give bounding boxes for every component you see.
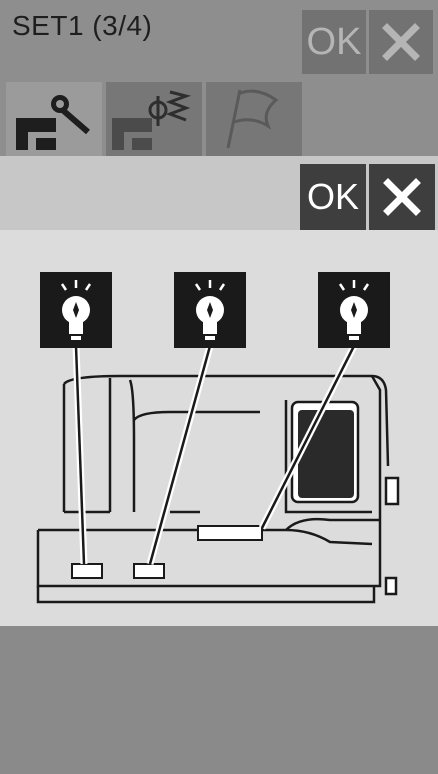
machine-display bbox=[298, 410, 354, 498]
tab-machine-settings[interactable] bbox=[6, 82, 102, 156]
top-close-button[interactable] bbox=[369, 10, 433, 74]
close-icon bbox=[382, 23, 420, 61]
close-icon bbox=[383, 178, 421, 216]
light-bulb-icon bbox=[174, 272, 246, 348]
light-window-left bbox=[71, 563, 103, 579]
light-settings-dialog: OK bbox=[0, 156, 438, 626]
light-window-right bbox=[197, 525, 263, 541]
machine-light-illustration bbox=[0, 230, 438, 626]
top-ok-label: OK bbox=[306, 20, 362, 63]
dialog-ok-label: OK bbox=[306, 176, 359, 217]
page-title: SET1 (3/4) bbox=[12, 10, 153, 41]
bottom-area bbox=[0, 626, 438, 774]
dialog-close-button[interactable] bbox=[369, 164, 435, 230]
light-bulb-icon bbox=[318, 272, 390, 348]
light-bulb-icon bbox=[40, 272, 112, 348]
light-window-center bbox=[133, 563, 165, 579]
dialog-ok-button[interactable]: OK bbox=[300, 164, 366, 230]
dialog-header: OK bbox=[0, 156, 438, 230]
tab-general-settings[interactable] bbox=[206, 82, 302, 156]
title-bar: SET1 (3/4) OK bbox=[0, 0, 438, 82]
machine-settings-icon bbox=[16, 95, 90, 150]
general-settings-icon bbox=[226, 89, 279, 149]
tab-embroidery-settings[interactable] bbox=[106, 82, 202, 156]
embroidery-settings-icon bbox=[112, 90, 192, 150]
tab-row bbox=[0, 82, 438, 156]
top-ok-button[interactable]: OK bbox=[302, 10, 366, 74]
